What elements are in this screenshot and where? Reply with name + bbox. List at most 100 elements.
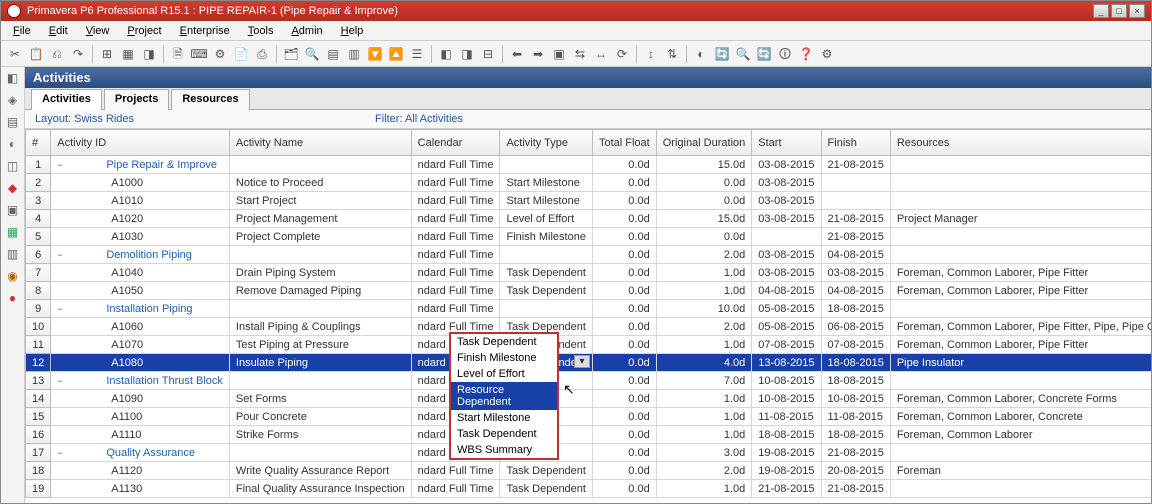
dropdown-option[interactable]: Start Milestone bbox=[451, 410, 557, 426]
menu-enterprise[interactable]: Enterprise bbox=[172, 23, 238, 39]
cell[interactable]: A1030 bbox=[51, 228, 230, 246]
cell[interactable]: − Demolition Piping bbox=[51, 246, 230, 264]
cell[interactable]: A1040 bbox=[51, 264, 230, 282]
cell[interactable]: Strike Forms bbox=[229, 426, 411, 444]
toolbar-button[interactable]: ▦ bbox=[118, 44, 138, 64]
activity-row[interactable]: 10A1060Install Piping & Couplingsndard F… bbox=[26, 318, 1152, 336]
cell[interactable]: 3.0d bbox=[656, 444, 752, 462]
cell[interactable]: 0.0d bbox=[656, 192, 752, 210]
cell[interactable]: − Quality Assurance bbox=[51, 444, 230, 462]
cell[interactable]: Write Quality Assurance Report bbox=[229, 462, 411, 480]
cell[interactable]: 19 bbox=[26, 480, 51, 498]
cell[interactable]: 03-08-2015 bbox=[752, 210, 821, 228]
cell[interactable] bbox=[890, 480, 1151, 498]
cell[interactable]: Set Forms bbox=[229, 390, 411, 408]
activity-row[interactable]: 2A1000Notice to Proceedndard Full TimeSt… bbox=[26, 174, 1152, 192]
cell[interactable] bbox=[890, 444, 1151, 462]
toolbar-button[interactable]: ⎌ bbox=[47, 44, 67, 64]
cell[interactable]: Task Dependent bbox=[500, 480, 593, 498]
cell[interactable]: 10-08-2015 bbox=[752, 372, 821, 390]
cell[interactable]: 1.0d bbox=[656, 480, 752, 498]
cell[interactable] bbox=[821, 192, 890, 210]
toolbar-button[interactable]: 🔄 bbox=[754, 44, 774, 64]
tab-projects[interactable]: Projects bbox=[104, 89, 169, 110]
cell[interactable]: 21-08-2015 bbox=[821, 444, 890, 462]
cell[interactable]: Foreman, Common Laborer bbox=[890, 426, 1151, 444]
cell[interactable]: 1.0d bbox=[656, 426, 752, 444]
cell[interactable]: 18-08-2015 bbox=[821, 300, 890, 318]
sidebar-icon[interactable]: ▥ bbox=[5, 247, 21, 263]
cell[interactable] bbox=[500, 300, 593, 318]
cell[interactable] bbox=[500, 246, 593, 264]
cell[interactable] bbox=[890, 174, 1151, 192]
activity-row[interactable]: 6− Demolition Pipingndard Full Time0.0d2… bbox=[26, 246, 1152, 264]
toolbar-button[interactable]: ▤ bbox=[323, 44, 343, 64]
toolbar-button[interactable]: 🗎 bbox=[168, 44, 188, 64]
dropdown-option[interactable]: Task Dependent bbox=[451, 426, 557, 442]
cell[interactable]: 05-08-2015 bbox=[752, 318, 821, 336]
cell[interactable]: 1.0d bbox=[656, 336, 752, 354]
cell[interactable]: ndard Full Time bbox=[411, 246, 500, 264]
cell[interactable]: 0.0d bbox=[592, 156, 656, 174]
cell[interactable]: ndard Full Time bbox=[411, 156, 500, 174]
cell[interactable]: A1010 bbox=[51, 192, 230, 210]
column-header[interactable]: Activity Type bbox=[500, 130, 593, 156]
cell[interactable]: Pour Concrete bbox=[229, 408, 411, 426]
cell[interactable]: 21-08-2015 bbox=[821, 210, 890, 228]
cell[interactable]: 0.0d bbox=[592, 228, 656, 246]
cell[interactable]: 4 bbox=[26, 210, 51, 228]
sidebar-icon[interactable]: ◐ bbox=[5, 137, 21, 153]
cell[interactable]: 0.0d bbox=[592, 462, 656, 480]
activity-row[interactable]: 17− Quality Assurancendard Full Time0.0d… bbox=[26, 444, 1152, 462]
column-header[interactable]: Original Duration bbox=[656, 130, 752, 156]
cell[interactable]: ndard Full Time bbox=[411, 192, 500, 210]
toolbar-button[interactable]: ⟳ bbox=[612, 44, 632, 64]
cell[interactable]: 0.0d bbox=[592, 336, 656, 354]
sidebar-icon[interactable]: ◧ bbox=[5, 71, 21, 87]
cell[interactable]: Foreman bbox=[890, 462, 1151, 480]
cell[interactable]: 18-08-2015 bbox=[752, 426, 821, 444]
cell[interactable]: 07-08-2015 bbox=[752, 336, 821, 354]
cell[interactable]: 0.0d bbox=[592, 390, 656, 408]
sidebar-icon[interactable]: ▣ bbox=[5, 203, 21, 219]
activity-row[interactable]: 16A1110Strike Formsndard Full Time0.0d1.… bbox=[26, 426, 1152, 444]
cell[interactable]: 1.0d bbox=[656, 408, 752, 426]
cell[interactable]: Foreman, Common Laborer, Concrete bbox=[890, 408, 1151, 426]
toolbar-button[interactable]: ☰ bbox=[407, 44, 427, 64]
toolbar-button[interactable]: ⇆ bbox=[570, 44, 590, 64]
toolbar-button[interactable]: ⎙ bbox=[252, 44, 272, 64]
dropdown-option[interactable]: Task Dependent bbox=[451, 334, 557, 350]
minimize-button[interactable]: _ bbox=[1093, 4, 1109, 18]
toolbar-button[interactable]: ⊟ bbox=[478, 44, 498, 64]
cell[interactable]: Task Dependent bbox=[500, 264, 593, 282]
column-header[interactable]: Calendar bbox=[411, 130, 500, 156]
cell[interactable]: 12 bbox=[26, 354, 51, 372]
cell[interactable]: 21-08-2015 bbox=[821, 228, 890, 246]
sidebar-icon[interactable]: ◆ bbox=[5, 181, 21, 197]
cell[interactable]: Start Milestone bbox=[500, 174, 593, 192]
cell[interactable]: 15.0d bbox=[656, 210, 752, 228]
cell[interactable]: Final Quality Assurance Inspection bbox=[229, 480, 411, 498]
cell[interactable]: 0.0d bbox=[592, 444, 656, 462]
activity-row[interactable]: 13− Installation Thrust Blockndard Full … bbox=[26, 372, 1152, 390]
menu-project[interactable]: Project bbox=[119, 23, 169, 39]
toolbar-button[interactable]: ◨ bbox=[139, 44, 159, 64]
sidebar-icon[interactable]: ◫ bbox=[5, 159, 21, 175]
cell[interactable]: 10-08-2015 bbox=[821, 390, 890, 408]
cell[interactable]: 0.0d bbox=[592, 300, 656, 318]
tab-resources[interactable]: Resources bbox=[171, 89, 249, 110]
cell[interactable]: 0.0d bbox=[592, 408, 656, 426]
menu-tools[interactable]: Tools bbox=[240, 23, 282, 39]
cell[interactable]: ndard Full Time bbox=[411, 264, 500, 282]
cell[interactable]: 1.0d bbox=[656, 282, 752, 300]
cell[interactable] bbox=[890, 156, 1151, 174]
cell[interactable]: 15 bbox=[26, 408, 51, 426]
cell[interactable] bbox=[752, 228, 821, 246]
activity-type-dropdown[interactable]: Task DependentFinish MilestoneLevel of E… bbox=[449, 332, 559, 460]
cell[interactable]: 10.0d bbox=[656, 300, 752, 318]
cell[interactable]: 04-08-2015 bbox=[821, 282, 890, 300]
activity-row[interactable]: 12A1080Insulate Pipingndard Full TimeTas… bbox=[26, 354, 1152, 372]
cell[interactable] bbox=[821, 174, 890, 192]
toolbar-button[interactable]: ✂ bbox=[5, 44, 25, 64]
cell[interactable]: Notice to Proceed bbox=[229, 174, 411, 192]
